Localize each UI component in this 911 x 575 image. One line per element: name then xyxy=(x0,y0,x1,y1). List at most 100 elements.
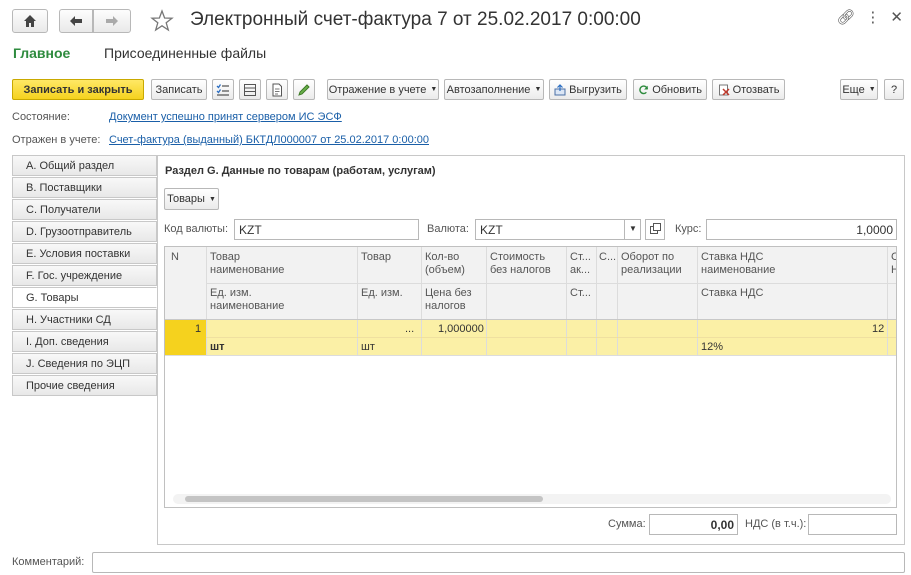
section-f[interactable]: F. Гос. учреждение xyxy=(12,265,157,286)
currency-input[interactable]: KZT xyxy=(475,219,640,240)
recall-icon xyxy=(718,84,730,96)
reflection-dropdown[interactable]: Отражение в учете ▼ xyxy=(327,79,439,100)
nav-attached-files[interactable]: Присоединенные файлы xyxy=(104,45,266,61)
refresh-label: Обновить xyxy=(652,83,702,96)
currency-code-label: Код валюты: xyxy=(164,223,229,235)
cell-goods-select[interactable]: ... xyxy=(405,323,414,335)
sum-field: 0,00 xyxy=(649,514,738,535)
sum-label: Сумма: xyxy=(608,518,646,530)
cell-unit[interactable]: шт xyxy=(361,341,375,353)
header-cut-2: Н xyxy=(891,264,896,277)
open-window-icon xyxy=(650,223,661,234)
recall-button[interactable]: Отозвать xyxy=(712,79,785,100)
currency-code-input[interactable]: KZT xyxy=(234,219,419,240)
cell-vat-rate[interactable]: 12 xyxy=(872,323,884,335)
header-turnover-sub: реализации xyxy=(621,264,682,276)
pencil-icon xyxy=(298,83,310,96)
save-label: Записать xyxy=(155,83,203,96)
section-e[interactable]: E. Условия поставки xyxy=(12,243,157,264)
link-icon[interactable]: 🔗︎ xyxy=(836,8,855,26)
goods-table[interactable]: N Товар наименование Ед. изм. наименован… xyxy=(164,246,897,508)
header-n: N xyxy=(171,251,179,263)
arrow-right-icon xyxy=(106,16,118,26)
autofill-label: Автозаполнение xyxy=(446,83,531,96)
checklist-icon xyxy=(216,83,229,96)
header-st1: Ст... xyxy=(570,251,591,263)
favorite-star-icon[interactable] xyxy=(150,9,174,36)
close-icon[interactable]: ✕ xyxy=(890,8,903,26)
save-close-button[interactable]: Записать и закрыть xyxy=(12,79,144,100)
comment-input[interactable] xyxy=(92,552,905,573)
header-goods: Товар xyxy=(361,251,391,263)
section-h[interactable]: H. Участники СД xyxy=(12,309,157,330)
section-j[interactable]: J. Сведения по ЭЦП xyxy=(12,353,157,374)
header-vat-rate-2: Ставка НДС xyxy=(701,287,764,299)
rate-label: Курс: xyxy=(675,223,702,235)
section-a[interactable]: A. Общий раздел xyxy=(12,155,157,176)
header-cost-sub: без налогов xyxy=(490,264,551,276)
header-cost: Стоимость xyxy=(490,251,546,263)
vat-field xyxy=(808,514,897,535)
dropdown-arrow-icon: ▼ xyxy=(534,86,542,93)
header-price: Цена без xyxy=(425,287,472,299)
cell-unit-name[interactable]: шт xyxy=(210,341,225,353)
refresh-icon xyxy=(639,84,649,94)
dropdown-arrow-icon: ▼ xyxy=(208,195,216,203)
window-title: Электронный счет-фактура 7 от 25.02.2017… xyxy=(190,9,641,30)
nav-main[interactable]: Главное xyxy=(13,45,70,61)
header-vat-rate-sub: наименование xyxy=(701,264,776,276)
section-c[interactable]: C. Получатели xyxy=(12,199,157,220)
structure-button[interactable] xyxy=(239,79,261,100)
reflected-link[interactable]: Счет-фактура (выданный) БКТДЛ000007 от 2… xyxy=(109,134,429,146)
rate-input[interactable]: 1,0000 xyxy=(706,219,897,240)
checklist-button[interactable] xyxy=(212,79,234,100)
header-unit-name: Ед. изм. xyxy=(210,287,252,299)
cell-qty[interactable]: 1,000000 xyxy=(438,323,484,335)
currency-open-button[interactable] xyxy=(645,219,665,240)
recall-label: Отозвать xyxy=(732,83,780,96)
edit-button[interactable] xyxy=(293,79,315,100)
vat-label: НДС (в т.ч.): xyxy=(745,518,807,530)
horizontal-scrollbar-thumb[interactable] xyxy=(185,496,543,502)
section-i[interactable]: I. Доп. сведения xyxy=(12,331,157,352)
more-dropdown[interactable]: Еще ▼ xyxy=(840,79,878,100)
autofill-dropdown[interactable]: Автозаполнение ▼ xyxy=(444,79,544,100)
state-link[interactable]: Документ успешно принят сервером ИС ЭСФ xyxy=(109,111,342,123)
header-qty-sub: (объем) xyxy=(425,264,465,276)
header-price-sub: налогов xyxy=(425,300,466,312)
dropdown-arrow-icon: ▼ xyxy=(629,224,637,233)
back-button[interactable] xyxy=(59,9,93,33)
cell-vat-pct[interactable]: 12% xyxy=(701,341,723,353)
export-icon xyxy=(554,83,566,95)
section-d[interactable]: D. Грузоотправитель xyxy=(12,221,157,242)
save-button[interactable]: Записать xyxy=(151,79,207,100)
home-button[interactable] xyxy=(12,9,48,33)
header-cut-1: С xyxy=(891,251,896,264)
currency-label: Валюта: xyxy=(427,223,469,235)
cell-n[interactable]: 1 xyxy=(195,323,201,335)
section-other[interactable]: Прочие сведения xyxy=(12,375,157,396)
goods-dropdown[interactable]: Товары ▼ xyxy=(164,188,219,210)
arrow-left-icon xyxy=(70,16,82,26)
export-button[interactable]: Выгрузить xyxy=(549,79,627,100)
header-st2: Ст... xyxy=(570,287,591,299)
forward-button[interactable] xyxy=(93,9,131,33)
header-unit: Ед. изм. xyxy=(361,287,403,299)
document-icon xyxy=(272,83,282,96)
section-g[interactable]: G. Товары xyxy=(12,287,157,308)
header-unit-name-sub: наименование xyxy=(210,300,285,312)
section-b[interactable]: B. Поставщики xyxy=(12,177,157,198)
save-close-label: Записать и закрыть xyxy=(23,83,133,96)
window-controls: 🔗︎ ⋮ ✕ xyxy=(836,8,903,26)
help-button[interactable]: ? xyxy=(884,79,904,100)
currency-select-button[interactable]: ▼ xyxy=(624,219,641,240)
header-c: С... xyxy=(599,251,617,263)
goods-label: Товары xyxy=(167,193,205,205)
comment-label: Комментарий: xyxy=(12,556,85,568)
reflected-label: Отражен в учете: xyxy=(12,134,101,146)
refresh-button[interactable]: Обновить xyxy=(633,79,707,100)
document-button[interactable] xyxy=(266,79,288,100)
more-label: Еще xyxy=(842,83,865,96)
export-label: Выгрузить xyxy=(569,83,622,96)
more-icon[interactable]: ⋮ xyxy=(865,8,880,26)
